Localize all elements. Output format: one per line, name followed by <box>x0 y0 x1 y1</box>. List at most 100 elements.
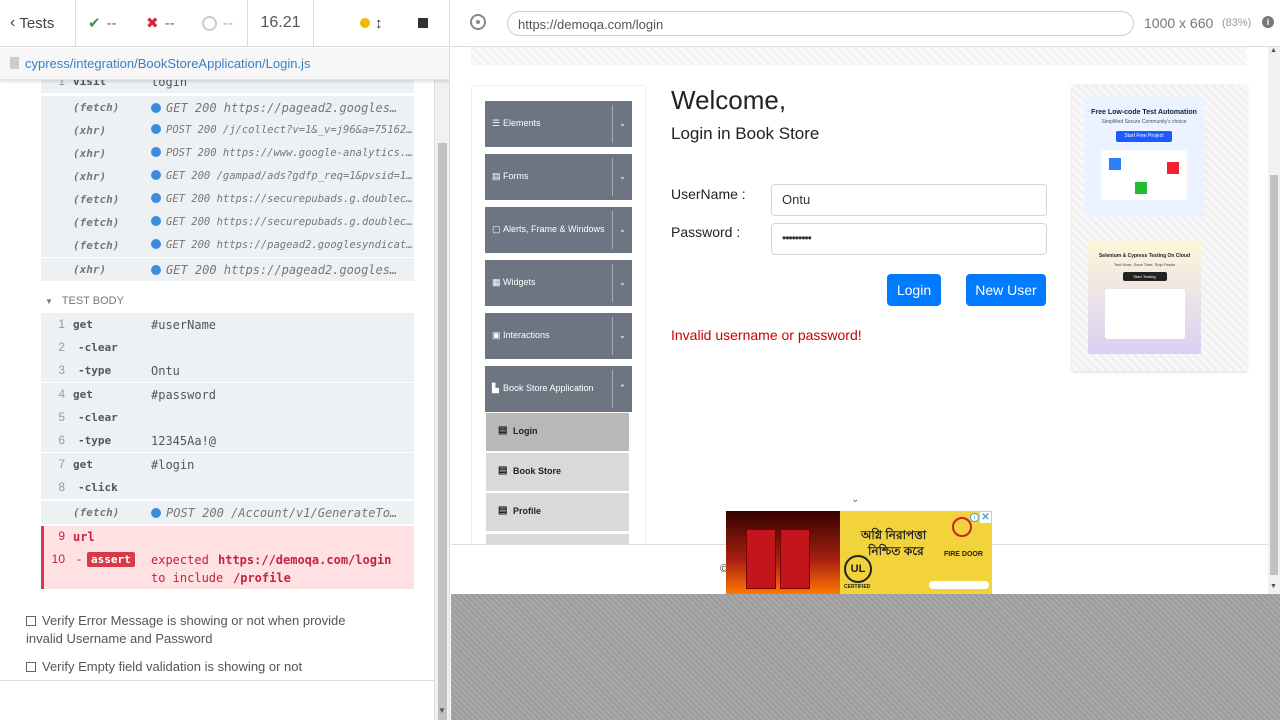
reporter-scrollbar[interactable]: ▲ ▼ <box>434 48 449 720</box>
app-scrollbar[interactable]: ▲ ▼ <box>1268 47 1280 594</box>
command-message: #login <box>151 458 195 472</box>
command-row-network[interactable]: (xhr) GET 200 /gampad/ads?gdfp_req=1&pvsi… <box>41 165 414 188</box>
login-button[interactable]: Login <box>887 274 941 306</box>
spec-path-link[interactable]: cypress/integration/BookStoreApplication… <box>25 56 310 71</box>
submenu-item[interactable]: ▤ Login <box>486 413 629 451</box>
command-number: 9 <box>58 529 65 543</box>
assert-badge: assert <box>87 552 135 567</box>
command-row[interactable]: 2 -clear <box>41 336 414 359</box>
scroll-down-icon[interactable]: ▼ <box>1270 583 1277 590</box>
command-row-network[interactable]: (fetch) GET 200 https://pagead2.googlesyn… <box>41 234 414 257</box>
close-ad-icon[interactable]: ✕ <box>980 512 991 523</box>
command-row-network[interactable]: (fetch) GET 200 https://pagead2.googles… <box>41 96 414 119</box>
submenu-label: Login <box>513 426 538 436</box>
menu-group[interactable]: ▢ Alerts, Frame & Windows ⌄ <box>485 207 632 253</box>
submenu-item[interactable]: ▤ Profile <box>486 493 629 531</box>
assert-include-label: to include <box>151 571 224 585</box>
request-dot-icon <box>151 193 161 203</box>
scroll-up-icon[interactable]: ▲ <box>1270 47 1277 54</box>
command-row-network[interactable]: (xhr) POST 200 /j/collect?v=1&_v=j96&a=75… <box>41 119 414 142</box>
request-dot-icon <box>151 508 161 518</box>
command-row-fetch[interactable]: (fetch) POST 200 /Account/v1/GenerateTo… <box>41 501 414 524</box>
command-row-network[interactable]: (fetch) GET 200 https://securepubads.g.do… <box>41 188 414 211</box>
command-name: (fetch) <box>73 216 120 229</box>
scroll-down-icon[interactable]: ▼ <box>438 706 446 715</box>
command-message: #userName <box>151 318 217 332</box>
selector-playground-icon[interactable] <box>470 14 486 30</box>
username-input[interactable]: Ontu <box>771 184 1047 216</box>
caret-down-icon: ▼ <box>45 297 53 306</box>
request-dot-icon <box>151 216 161 226</box>
command-name: -clear <box>78 341 118 354</box>
command-name: (xhr) <box>73 170 107 183</box>
running-status[interactable]: ↕ <box>360 0 400 46</box>
command-row[interactable]: 1 get #userName <box>41 313 414 336</box>
ad-contact <box>929 581 989 589</box>
command-row[interactable]: 6 -type 12345Aa!@ <box>41 429 414 452</box>
command-row[interactable]: 5 -clear <box>41 406 414 429</box>
reporter-scroll-thumb[interactable] <box>438 143 447 720</box>
command-number: 1 <box>58 317 65 331</box>
request-text: GET 200 https://pagead2.googles… <box>166 101 398 115</box>
command-row[interactable]: 4 get #password <box>41 383 414 406</box>
test-item[interactable]: Verify Error Message is showing or not w… <box>26 612 366 648</box>
command-row-network[interactable]: (xhr) GET 200 https://pagead2.googles… <box>41 258 414 281</box>
test-body-header[interactable]: ▼ TEST BODY <box>45 295 124 307</box>
command-row[interactable]: 7 get #login <box>41 453 414 476</box>
menu-group[interactable]: ▤ Forms ⌄ <box>485 154 632 200</box>
command-row-network[interactable]: (xhr) POST 200 https://www.google-analyti… <box>41 142 414 165</box>
x-icon: ✖ <box>146 15 159 32</box>
adchoices-icon[interactable]: i <box>970 513 979 522</box>
new-user-button[interactable]: New User <box>966 274 1046 306</box>
ad-button: Start Free Project <box>1116 131 1172 142</box>
failed-count: ✖ -- <box>136 0 192 46</box>
command-row[interactable]: 8 -click <box>41 476 414 499</box>
duration: 16.21 <box>248 0 314 46</box>
command-row[interactable]: 3 -type Ontu <box>41 359 414 382</box>
menu-group[interactable]: ▙ Book Store Application ⌃ <box>485 366 632 412</box>
book-icon: ▙ <box>492 383 499 393</box>
request-text: POST 200 /Account/v1/GenerateTo… <box>166 506 398 520</box>
stop-button[interactable] <box>418 0 434 46</box>
command-row-network[interactable]: (fetch) GET 200 https://securepubads.g.do… <box>41 211 414 234</box>
request-text: GET 200 https://pagead2.googlesyndicat… <box>166 239 413 251</box>
ad-firedoor[interactable]: অগ্নি নিরাপত্তা নিশ্চিত করে FIRE DOOR UL… <box>726 511 992 594</box>
check-icon: ✔ <box>88 15 101 32</box>
test-item[interactable]: Verify Empty field validation is showing… <box>26 658 366 676</box>
command-message: Ontu <box>151 364 180 378</box>
grid-icon: ▦ <box>492 277 501 287</box>
password-input[interactable]: ••••••••• <box>771 223 1047 255</box>
command-row-url[interactable]: 9 url <box>41 526 414 549</box>
command-name: (fetch) <box>73 506 120 519</box>
command-row[interactable]: 1 visit login <box>41 80 414 93</box>
submenu-item[interactable]: ▤ Book Store <box>486 453 629 491</box>
command-row-assert[interactable]: 10 - assert expected https://demoqa.com/… <box>41 549 414 589</box>
menu-group-label: Elements <box>503 118 541 128</box>
menu-group[interactable]: ▦ Widgets ⌄ <box>485 260 632 306</box>
ad-selenium[interactable]: Selenium & Cypress Testing On Cloud Test… <box>1088 241 1201 354</box>
chevron-left-icon: ‹ <box>10 14 16 31</box>
ad-title: Free Low-code Test Automation <box>1091 109 1197 116</box>
request-dot-icon <box>151 103 161 113</box>
menu-group-label: Interactions <box>503 330 550 340</box>
checkbox-icon <box>26 662 36 672</box>
brand-logo-icon <box>952 517 972 537</box>
command-message: login <box>151 80 188 89</box>
back-to-tests-button[interactable]: ‹ Tests <box>10 0 76 46</box>
menu-group[interactable]: ▣ Interactions ⌄ <box>485 313 632 359</box>
ad-lowcode[interactable]: Free Low-code Test Automation Simplified… <box>1084 97 1204 217</box>
url-bar[interactable]: https://demoqa.com/login <box>507 11 1134 36</box>
request-dot-icon <box>151 239 161 249</box>
chevron-down-icon[interactable]: ⌄ <box>851 494 859 505</box>
info-icon[interactable]: i <box>1262 16 1274 28</box>
menu-group[interactable]: ☰ Elements ⌄ <box>485 101 632 147</box>
assert-include-value: /profile <box>233 571 291 585</box>
request-text: GET 200 https://securepubads.g.doublec… <box>166 216 413 228</box>
pending-circle-icon <box>202 15 217 31</box>
request-dot-icon <box>151 170 161 180</box>
page-subtitle: Login in Book Store <box>671 124 820 143</box>
command-name: (fetch) <box>73 193 120 206</box>
app-scroll-thumb[interactable] <box>1270 175 1278 575</box>
assert-expected-label: expected <box>151 553 209 567</box>
command-number: 8 <box>58 480 65 494</box>
